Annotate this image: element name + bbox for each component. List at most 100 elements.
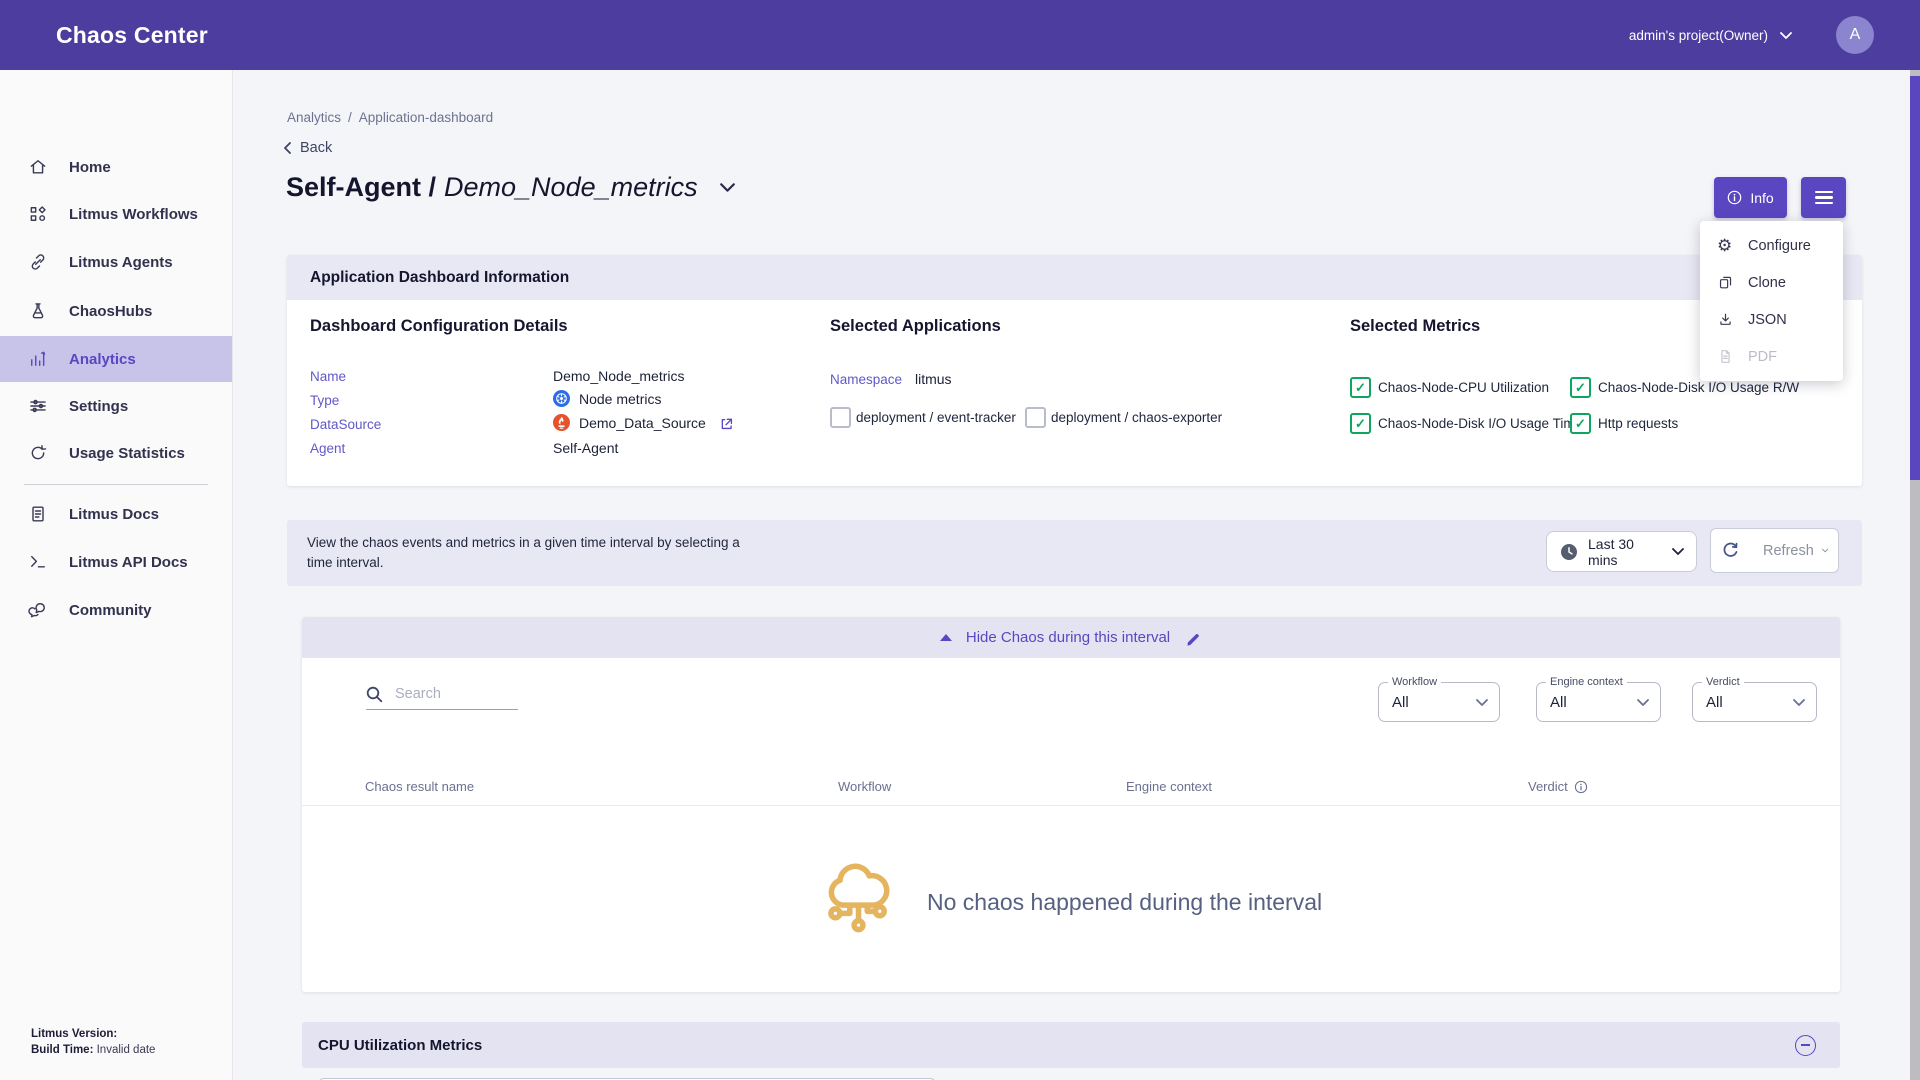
chevron-left-icon — [284, 142, 291, 154]
file-icon — [1717, 348, 1734, 365]
sidebar-item-litmus-workflows[interactable]: Litmus Workflows — [0, 191, 232, 237]
breadcrumb-current: Application-dashboard — [359, 110, 493, 125]
sidebar-item-litmus-docs[interactable]: Litmus Docs — [0, 491, 232, 537]
litmus-version-label: Litmus Version: — [31, 1028, 117, 1040]
checkbox-label: Chaos-Node-Disk I/O Usage Times — [1378, 416, 1589, 431]
checkbox-disk-io-rw[interactable]: ✓ — [1570, 377, 1591, 398]
sidebar-item-litmus-api-docs[interactable]: Litmus API Docs — [0, 539, 232, 585]
filter-value: All — [1392, 694, 1476, 711]
download-icon — [1717, 311, 1734, 328]
column-engine-context: Engine context — [1126, 779, 1212, 794]
chat-icon — [28, 600, 48, 620]
agent-label: Agent — [310, 441, 345, 456]
refresh-icon — [1720, 540, 1741, 561]
name-label: Name — [310, 369, 346, 384]
sidebar-item-analytics[interactable]: Analytics — [0, 336, 232, 382]
scrollbar-thumb[interactable] — [1910, 76, 1920, 480]
link-icon — [28, 252, 48, 272]
chaos-table-card: Hide Chaos during this interval Workflow… — [302, 617, 1840, 992]
sidebar-item-settings[interactable]: Settings — [0, 383, 232, 429]
check-icon: ✓ — [1575, 417, 1586, 430]
sidebar-item-usage-statistics[interactable]: Usage Statistics — [0, 430, 232, 476]
edit-pencil-icon[interactable] — [1186, 630, 1202, 646]
sidebar-item-litmus-agents[interactable]: Litmus Agents — [0, 239, 232, 285]
breadcrumb-analytics[interactable]: Analytics — [287, 110, 341, 125]
verdict-filter-select[interactable]: Verdict All — [1692, 682, 1817, 722]
triangle-up-icon — [940, 634, 952, 641]
home-icon — [28, 157, 48, 177]
empty-message: No chaos happened during the interval — [927, 889, 1322, 916]
project-selector[interactable]: admin's project(Owner) — [1629, 0, 1792, 70]
sidebar-item-community[interactable]: Community — [0, 587, 232, 633]
cloud-chaos-icon — [822, 862, 894, 938]
sidebar-item-home[interactable]: Home — [0, 144, 232, 190]
app-title: Chaos Center — [56, 22, 208, 49]
search-icon — [366, 686, 383, 703]
build-time-value: Invalid date — [97, 1044, 156, 1056]
info-button[interactable]: Info — [1714, 177, 1787, 218]
menu-item-clone[interactable]: Clone — [1700, 264, 1843, 301]
checkbox-disk-io-times[interactable]: ✓ — [1350, 413, 1371, 434]
interval-description: View the chaos events and metrics in a g… — [307, 533, 757, 573]
column-workflow: Workflow — [838, 779, 891, 794]
checkbox-cpu-utilization[interactable]: ✓ — [1350, 377, 1371, 398]
filter-label: Engine context — [1546, 676, 1627, 688]
chevron-down-icon — [1476, 699, 1488, 706]
name-value: Demo_Node_metrics — [553, 368, 685, 384]
refresh-interval-select[interactable]: Refresh — [1750, 528, 1839, 573]
search-input[interactable] — [393, 685, 507, 703]
chevron-down-icon — [1637, 699, 1649, 706]
info-icon[interactable] — [1574, 780, 1588, 794]
datasource-value: Demo_Data_Source — [553, 414, 733, 431]
menu-item-configure[interactable]: ⚙ Configure — [1700, 227, 1843, 264]
chevron-down-icon — [1793, 699, 1805, 706]
info-icon — [1727, 190, 1742, 205]
cpu-section-title: CPU Utilization Metrics — [318, 1037, 1795, 1054]
checkbox-http-requests[interactable]: ✓ — [1570, 413, 1591, 434]
checkbox-chaos-exporter[interactable]: ✓ — [1025, 407, 1046, 428]
title-dashboard: Demo_Node_metrics — [444, 172, 698, 203]
checkbox-event-tracker[interactable]: ✓ — [830, 407, 851, 428]
refresh-button[interactable] — [1710, 528, 1751, 573]
chevron-down-icon — [1822, 547, 1828, 554]
build-time-label: Build Time: — [31, 1044, 93, 1056]
sidebar-item-chaoshubs[interactable]: ChaosHubs — [0, 288, 232, 334]
application-dashboard-information-panel: Application Dashboard Information Dashbo… — [287, 255, 1862, 486]
avatar[interactable]: A — [1836, 16, 1874, 54]
clock-icon — [1560, 543, 1578, 561]
dashboard-menu-button[interactable] — [1801, 177, 1846, 218]
filter-value: All — [1706, 694, 1793, 711]
engine-context-filter-select[interactable]: Engine context All — [1536, 682, 1661, 722]
chevron-down-icon — [1780, 32, 1792, 39]
collapse-minus-icon[interactable] — [1795, 1035, 1816, 1056]
sliders-icon — [28, 396, 48, 416]
namespace-value: litmus — [915, 371, 952, 387]
table-header-divider — [302, 805, 1840, 806]
menu-item-json[interactable]: JSON — [1700, 301, 1843, 338]
check-icon: ✓ — [1575, 381, 1586, 394]
title-chevron-down-icon[interactable] — [720, 183, 735, 192]
flask-icon — [28, 301, 48, 321]
workflow-filter-select[interactable]: Workflow All — [1378, 682, 1500, 722]
copy-icon — [1717, 274, 1734, 291]
title-agent: Self-Agent / — [286, 172, 436, 203]
search-field — [366, 679, 518, 710]
external-link-icon[interactable] — [719, 416, 733, 430]
type-label: Type — [310, 393, 339, 408]
datasource-label: DataSource — [310, 417, 381, 432]
terminal-icon — [28, 552, 48, 572]
agent-value: Self-Agent — [553, 440, 618, 456]
bar-chart-icon — [28, 349, 48, 369]
back-button[interactable]: Back — [284, 140, 332, 156]
cpu-utilization-section-header: CPU Utilization Metrics — [302, 1022, 1840, 1068]
refresh-value: Refresh — [1763, 543, 1814, 559]
sidebar-divider — [24, 484, 208, 485]
column-chaos-result-name: Chaos result name — [365, 779, 474, 794]
hamburger-icon — [1815, 191, 1833, 193]
breadcrumb: Analytics / Application-dashboard — [287, 110, 493, 125]
usage-icon — [28, 443, 48, 463]
hide-chaos-toggle[interactable]: Hide Chaos during this interval — [302, 617, 1840, 658]
column-verdict: Verdict — [1528, 779, 1588, 794]
panel-header: Application Dashboard Information — [287, 255, 1862, 300]
time-range-select[interactable]: Last 30 mins — [1546, 531, 1697, 572]
